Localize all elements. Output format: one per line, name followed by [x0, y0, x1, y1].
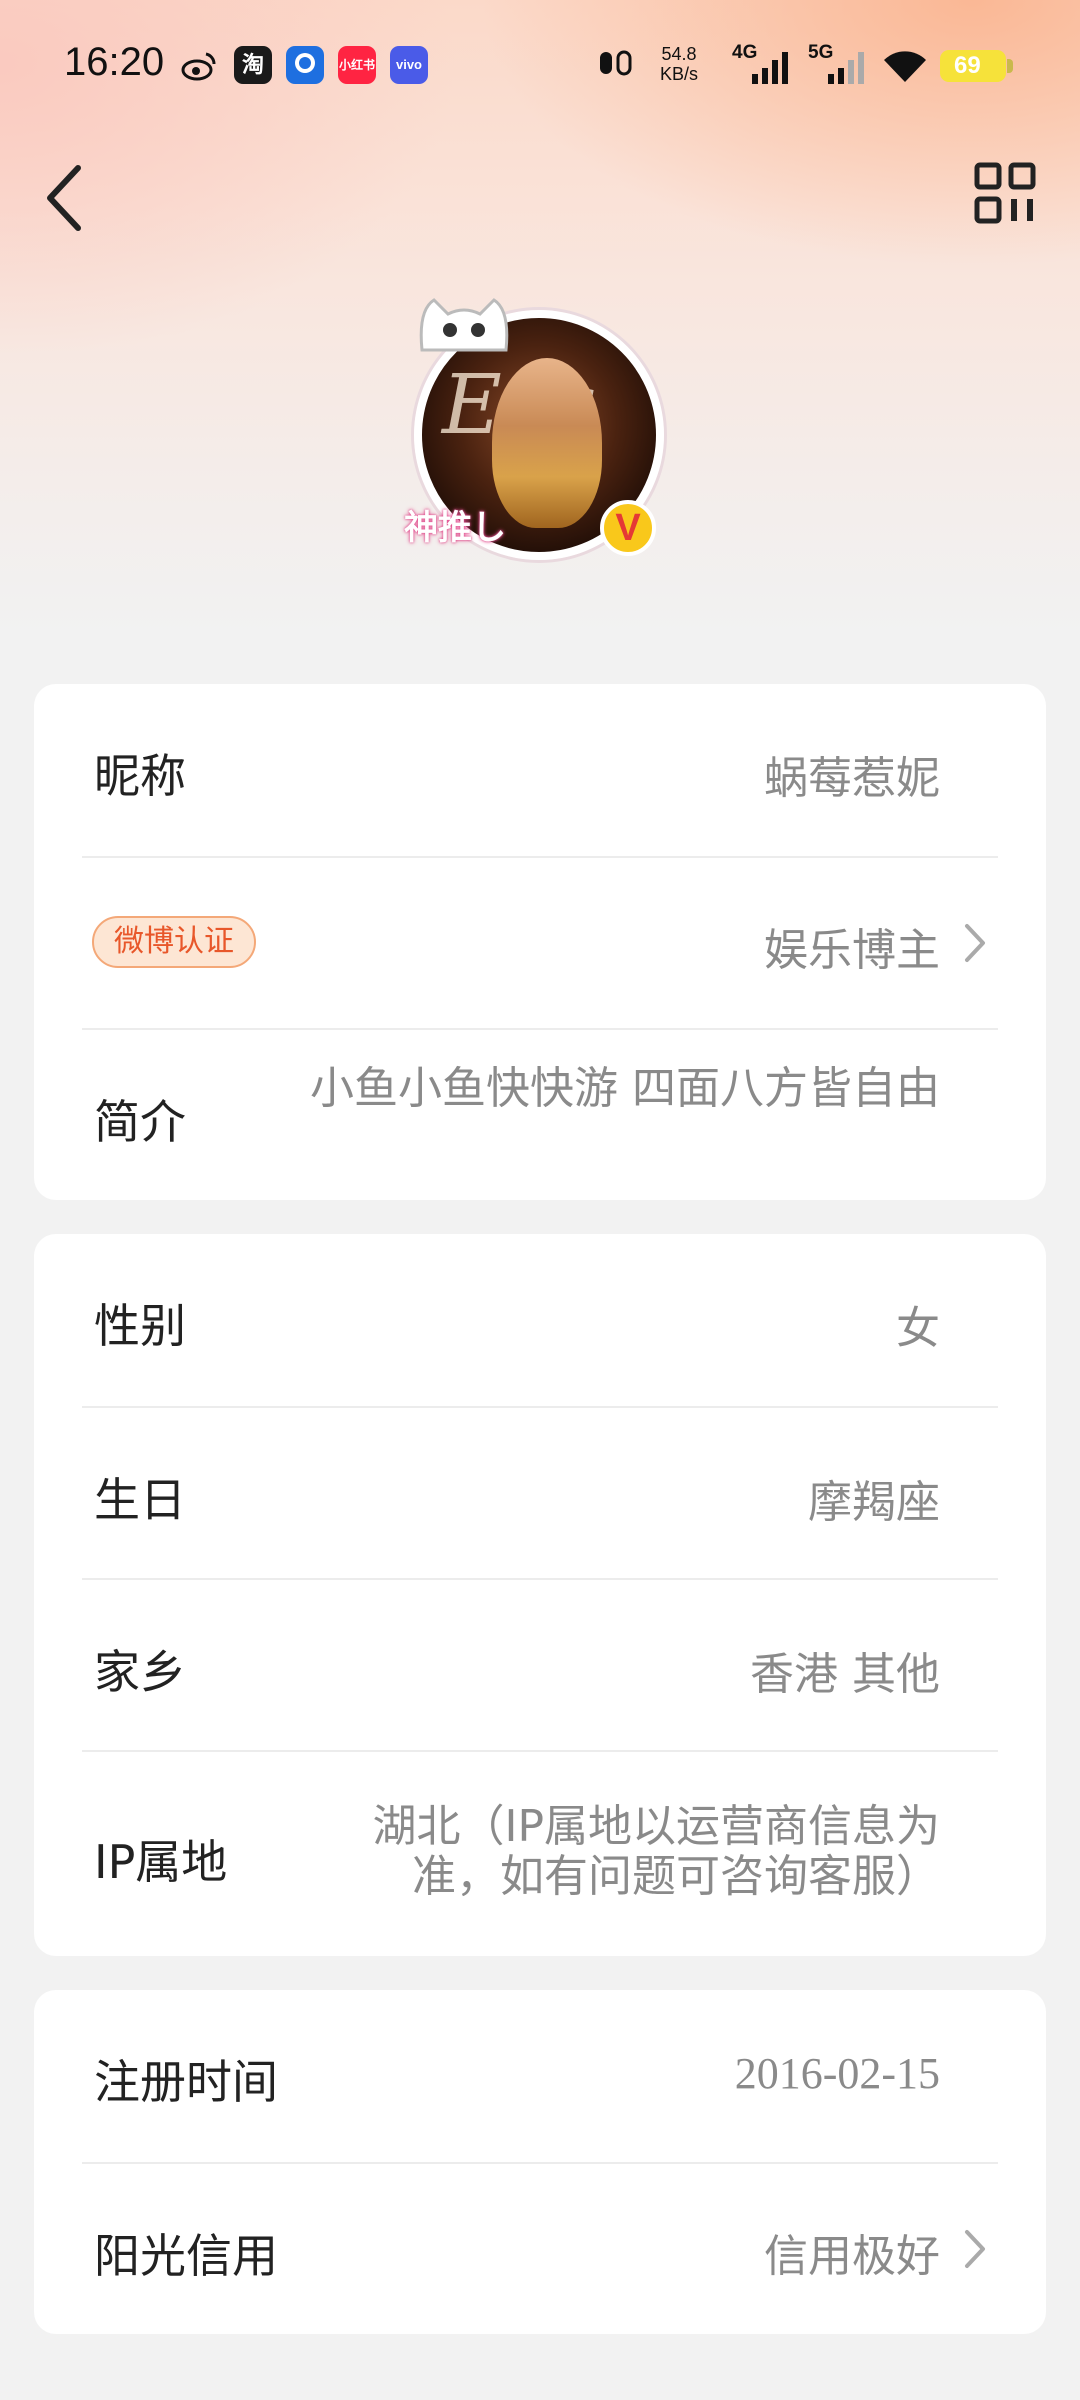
ip-location-label: IP属地 — [94, 1835, 228, 1889]
avatar-caption: 神推し — [404, 508, 506, 548]
status-time: 16:20 — [64, 40, 165, 84]
back-button[interactable] — [36, 158, 96, 238]
sunshine-credit-label: 阳光信用 — [94, 2229, 278, 2283]
birthday-label: 生日 — [94, 1473, 186, 1527]
blue-app-icon — [286, 46, 324, 84]
speed-value: 54.8 — [661, 44, 697, 64]
bio-label: 简介 — [94, 1095, 186, 1149]
qr-code-button[interactable] — [974, 162, 1036, 224]
ip-location-row: IP属地 湖北（IP属地以运营商信息为准，如有问题可咨询客服） — [34, 1752, 1046, 1956]
battery-cap — [1007, 59, 1013, 73]
nickname-row[interactable]: 昵称 蜗莓惹妮 — [34, 684, 1046, 856]
taobao-app-icon: 淘 — [234, 46, 272, 84]
signal-5g-icon — [826, 50, 870, 90]
hometown-value: 香港 其他 — [750, 1649, 940, 1700]
bio-row[interactable]: 简介 小鱼小鱼快快游 四面八方皆自由 — [34, 1030, 1046, 1200]
qr-code-icon — [974, 162, 1036, 224]
back-arrow-icon — [47, 165, 81, 231]
wifi-icon — [882, 48, 928, 88]
sunshine-credit-row[interactable]: 阳光信用 信用极好 — [34, 2164, 1046, 2334]
verification-row[interactable]: 微博认证 娱乐博主 — [34, 858, 1046, 1028]
verification-value: 娱乐博主 — [764, 925, 940, 976]
register-time-row: 注册时间 2016-02-15 — [34, 1990, 1046, 2162]
battery-indicator: 69 — [940, 50, 1006, 82]
vivo-app-icon: vivo — [390, 46, 428, 84]
register-time-label: 注册时间 — [94, 2055, 278, 2109]
hometown-row[interactable]: 家乡 香港 其他 — [34, 1580, 1046, 1750]
ip-location-value: 湖北（IP属地以运营商信息为准，如有问题可咨询客服） — [372, 1801, 940, 1902]
hometown-label: 家乡 — [94, 1645, 186, 1699]
basic-info-card: 昵称 蜗莓惹妮 微博认证 娱乐博主 简介 小鱼小鱼快快游 四面八方皆自由 — [34, 684, 1046, 1200]
speed-unit: KB/s — [660, 64, 699, 84]
network-speed: 54.8 KB/s — [660, 44, 698, 84]
avatar-container[interactable]: Eer 神推し V — [404, 290, 674, 570]
earbuds-icon — [596, 48, 636, 88]
gender-label: 性别 — [94, 1299, 186, 1353]
verified-v-badge: V — [600, 500, 656, 556]
account-info-card: 注册时间 2016-02-15 阳光信用 信用极好 — [34, 1990, 1046, 2334]
birthday-value: 摩羯座 — [808, 1477, 940, 1528]
gender-row[interactable]: 性别 女 — [34, 1234, 1046, 1406]
avatar-frame-cat-icon — [419, 298, 509, 352]
chevron-right-icon — [965, 2230, 985, 2268]
bio-value: 小鱼小鱼快快游 四面八方皆自由 — [310, 1063, 940, 1114]
weibo-app-icon — [180, 46, 218, 84]
nickname-value: 蜗莓惹妮 — [764, 753, 940, 804]
sunshine-credit-value: 信用极好 — [764, 2231, 940, 2282]
status-bar: 16:20 淘 小红书 vivo 54.8 KB/s 4G 5G 69 — [0, 0, 1080, 130]
chevron-right-icon — [965, 924, 985, 962]
xiaohongshu-app-icon: 小红书 — [338, 46, 376, 84]
nickname-label: 昵称 — [94, 749, 186, 803]
birthday-row[interactable]: 生日 摩羯座 — [34, 1408, 1046, 1578]
weibo-verified-badge: 微博认证 — [92, 916, 256, 968]
personal-info-card: 性别 女 生日 摩羯座 家乡 香港 其他 IP属地 湖北（IP属地以运营商信息为… — [34, 1234, 1046, 1956]
register-time-value: 2016-02-15 — [734, 2049, 940, 2098]
gender-value: 女 — [896, 1303, 940, 1354]
signal-4g-icon — [750, 50, 794, 90]
